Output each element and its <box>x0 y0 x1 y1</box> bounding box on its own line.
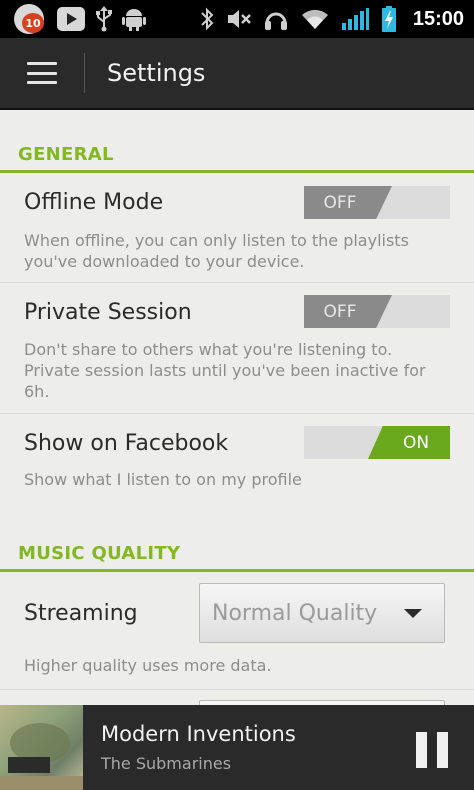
bluetooth-icon <box>199 6 215 32</box>
signal-icon <box>341 7 369 31</box>
offline-mode-toggle-label: OFF <box>304 186 392 219</box>
chevron-down-icon <box>404 609 422 618</box>
private-session-toggle[interactable]: OFF <box>304 295 450 328</box>
private-session-title: Private Session <box>24 300 192 325</box>
private-session-description: Don't share to others what you're listen… <box>24 339 444 402</box>
show-on-facebook-toggle[interactable]: ON <box>304 426 450 459</box>
offline-mode-description: When offline, you can only listen to the… <box>24 230 444 272</box>
section-header-music-quality: MUSIC QUALITY <box>0 520 474 572</box>
notification-badge-icon: 10 <box>14 4 48 34</box>
settings-list[interactable]: GENERAL Offline Mode OFF When offline, y… <box>0 110 474 705</box>
setting-show-on-facebook[interactable]: Show on Facebook ON Show what I listen t… <box>0 414 474 520</box>
show-on-facebook-title: Show on Facebook <box>24 431 229 456</box>
video-icon <box>56 5 86 33</box>
setting-private-session[interactable]: Private Session OFF Don't share to other… <box>0 283 474 414</box>
pause-icon[interactable] <box>416 732 448 768</box>
section-header-general: GENERAL <box>0 110 474 173</box>
android-debug-icon <box>122 6 146 32</box>
section-header-music-quality-label: MUSIC QUALITY <box>18 543 181 564</box>
clock: 15:00 <box>412 7 464 30</box>
streaming-quality-dropdown[interactable]: Normal Quality <box>199 583 445 643</box>
private-session-toggle-label: OFF <box>304 295 392 328</box>
setting-offline-mode[interactable]: Offline Mode OFF When offline, you can o… <box>0 173 474 283</box>
streaming-description-line: Higher quality uses more data. <box>24 656 272 675</box>
offline-mode-description-line: When offline, you can only listen to the… <box>24 231 409 250</box>
private-session-description-line: Private session lasts until you've been … <box>24 361 426 380</box>
album-cover[interactable] <box>0 705 83 790</box>
show-on-facebook-description: Show what I listen to on my profile <box>24 469 444 490</box>
status-bar: 10 15:00 <box>0 0 474 38</box>
action-bar: Settings <box>0 38 474 110</box>
notification-count: 10 <box>22 13 44 33</box>
action-bar-divider <box>84 53 85 93</box>
mute-icon <box>226 7 252 31</box>
now-playing-artist: The Submarines <box>101 754 232 773</box>
streaming-quality-value: Normal Quality <box>212 600 378 626</box>
offline-mode-description-line: you've downloaded to your device. <box>24 252 305 271</box>
setting-next-row[interactable] <box>0 690 474 705</box>
setting-streaming[interactable]: Streaming Normal Quality Higher quality … <box>0 572 474 690</box>
offline-mode-toggle[interactable]: OFF <box>304 186 450 219</box>
battery-charging-icon <box>380 5 398 33</box>
page-title: Settings <box>107 59 206 87</box>
usb-icon <box>94 6 114 32</box>
wifi-icon <box>300 7 330 31</box>
headphones-icon <box>263 7 289 31</box>
now-playing-bar[interactable]: Modern Inventions The Submarines <box>0 705 474 790</box>
section-header-general-label: GENERAL <box>18 144 114 165</box>
streaming-description: Higher quality uses more data. <box>24 655 444 676</box>
streaming-title: Streaming <box>24 601 138 626</box>
show-on-facebook-toggle-label: ON <box>368 426 450 459</box>
now-playing-track: Modern Inventions <box>101 722 296 746</box>
private-session-description-line: Don't share to others what you're listen… <box>24 340 393 359</box>
private-session-description-line: 6h. <box>24 382 50 401</box>
show-on-facebook-description-line: Show what I listen to on my profile <box>24 470 302 489</box>
hamburger-menu-icon[interactable] <box>0 37 84 109</box>
offline-mode-title: Offline Mode <box>24 190 164 215</box>
